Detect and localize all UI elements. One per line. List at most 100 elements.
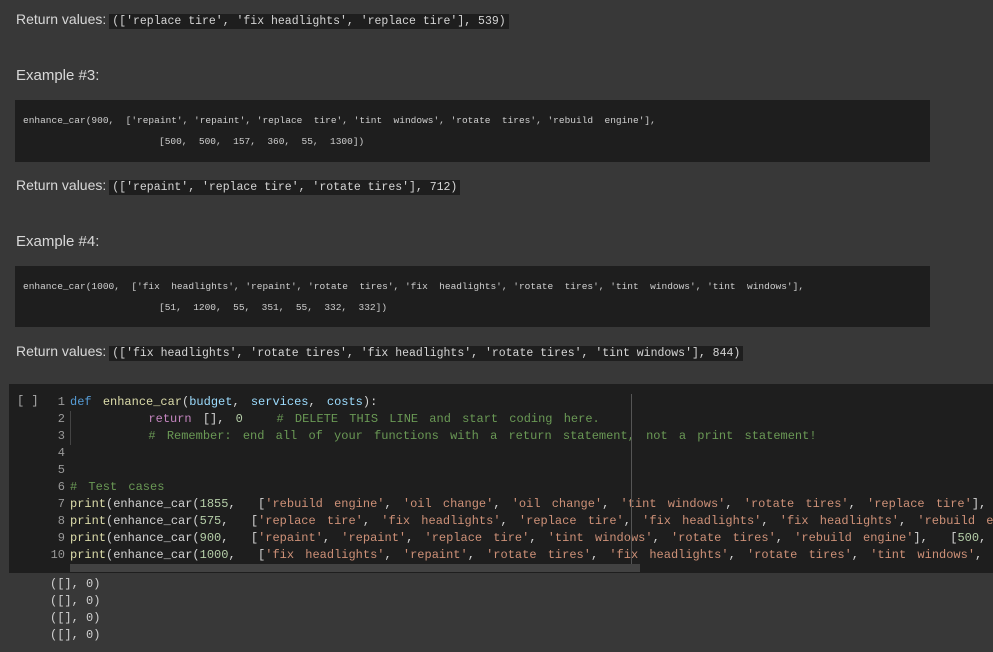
code-token: 'rebuild engine' [265, 497, 385, 511]
output-line: ([], 0) [50, 594, 101, 608]
code-token: 1855 [199, 497, 229, 511]
code-token: 'rebuild en [917, 514, 993, 528]
code-token: print [70, 548, 107, 562]
return-values-4: Return values: (['fix headlights', 'rotat… [16, 343, 744, 361]
code-token: [], [191, 412, 236, 426]
code-token: ], [971, 497, 987, 511]
code-token: , [362, 514, 382, 528]
code-token: 'replace tire' [424, 531, 530, 545]
code-token: # Remember: end all of your functions wi… [148, 429, 817, 443]
code-token: , [406, 531, 425, 545]
code-cell[interactable]: [ ] 1 def enhance_car(budget, services, c… [9, 384, 993, 573]
example-3-heading: Example #3: [16, 67, 100, 84]
code-token: , [ [221, 531, 259, 545]
output-line: ([], 0) [50, 611, 101, 625]
code-token: , [851, 548, 871, 562]
line-length-ruler [631, 394, 632, 570]
code-token: 0 [235, 412, 243, 426]
line-number: 2 [57, 412, 65, 426]
code-token: , [ [221, 514, 259, 528]
run-cell-button[interactable]: [ ] [17, 394, 39, 408]
code-token: ): [362, 395, 378, 409]
example-code-line: enhance_car(900, ['repaint', 'repaint', … [23, 115, 656, 126]
example-4-code: enhance_car(1000, ['fix headlights', 're… [15, 266, 930, 327]
code-token: (enhance_car( [106, 497, 200, 511]
code-token: , [623, 514, 643, 528]
code-token: (enhance_car( [106, 514, 200, 528]
code-token: 'repaint' [402, 548, 468, 562]
code-token: , [384, 497, 403, 511]
code-token: , [590, 548, 610, 562]
indent-guide [70, 411, 71, 445]
code-token: , [308, 395, 327, 409]
code-token: 'fix headlights' [642, 514, 762, 528]
code-token: return [148, 412, 192, 426]
code-token: 'tint windows' [547, 531, 653, 545]
code-token: print [70, 514, 107, 528]
code-token: , [775, 531, 795, 545]
return-value: (['fix headlights', 'rotate tires', 'fix… [109, 346, 744, 361]
code-token: , [725, 497, 744, 511]
return-value: (['repaint', 'replace tire', 'rotate tir… [109, 180, 461, 195]
code-line[interactable]: def enhance_car(budget, services, costs)… [70, 394, 377, 411]
horizontal-scrollbar[interactable] [70, 564, 640, 572]
code-token: 'rotate tires' [486, 548, 591, 562]
code-token: , [728, 548, 747, 562]
code-token: (enhance_car( [106, 531, 200, 545]
code-line[interactable]: print(enhance_car(575, ['replace tire', … [70, 513, 993, 530]
code-line[interactable]: print(enhance_car(900, ['repaint', 'repa… [70, 530, 993, 547]
code-token: , [493, 497, 512, 511]
code-token: 'oil change' [511, 497, 603, 511]
code-token: # Test cases [70, 480, 165, 494]
code-token: , [ [228, 548, 266, 562]
code-token: costs [326, 395, 363, 409]
output-line: ([], 0) [50, 628, 101, 642]
code-token: , [467, 548, 487, 562]
line-number: 7 [57, 497, 65, 511]
code-token: # DELETE THIS LINE and start coding here… [276, 412, 600, 426]
code-token: 'fix headlights' [779, 514, 899, 528]
code-token: , [848, 497, 868, 511]
code-line[interactable]: return [], 0 # DELETE THIS LINE and star… [70, 411, 600, 428]
output-line: ([], 0) [50, 577, 101, 591]
code-token: 'fix headlights' [381, 514, 501, 528]
code-token: , [322, 531, 342, 545]
return-values-2: Return values: (['replace tire', 'fix hea… [16, 11, 509, 29]
return-value: (['replace tire', 'fix headlights', 'rep… [109, 14, 509, 29]
code-token: , [500, 514, 519, 528]
return-values-3: Return values: (['repaint', 'replace tire… [16, 177, 461, 195]
code-token: 'repaint' [341, 531, 407, 545]
code-line[interactable]: # Remember: end all of your functions wi… [70, 428, 817, 445]
code-token: enhance_car [102, 395, 183, 409]
code-line[interactable]: # Test cases [70, 479, 164, 496]
code-token: , [602, 497, 621, 511]
code-token: 'rotate tires' [746, 548, 852, 562]
code-token: 'fix headlights' [265, 548, 385, 562]
code-token: 'rotate tires' [670, 531, 776, 545]
code-token: 1000 [199, 548, 229, 562]
code-line[interactable]: print(enhance_car(1000, ['fix headlights… [70, 547, 993, 564]
code-token: def [70, 395, 103, 409]
code-token: 900 [199, 531, 222, 545]
code-token: budget [189, 395, 233, 409]
code-token: 'oil change' [402, 497, 494, 511]
code-token: 'replace tire' [867, 497, 972, 511]
line-number: 4 [57, 446, 65, 460]
example-code-line: enhance_car(1000, ['fix headlights', 're… [23, 281, 805, 292]
code-token: print [70, 531, 107, 545]
code-token: 575 [199, 514, 222, 528]
code-token: , [979, 531, 987, 545]
code-token: 'fix headlights' [609, 548, 729, 562]
code-token: , [652, 531, 671, 545]
line-number: 3 [57, 429, 65, 443]
code-line[interactable]: print(enhance_car(1855, ['rebuild engine… [70, 496, 986, 513]
code-token: 'replace tire' [258, 514, 363, 528]
code-token: 'rebuild engine' [794, 531, 914, 545]
code-token: , [761, 514, 780, 528]
example-4-heading: Example #4: [16, 233, 100, 250]
code-token: (enhance_car( [106, 548, 200, 562]
code-token: 'tint windows' [620, 497, 726, 511]
code-token: , [ [228, 497, 266, 511]
